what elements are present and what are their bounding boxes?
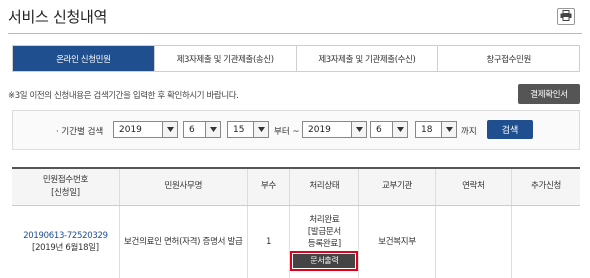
receipt-no-header: 민원접수번호 [신청일] (12, 168, 120, 206)
tab-online-applications[interactable]: 온라인 신청민원 (13, 46, 154, 71)
table-header-row: 민원접수번호 [신청일] 민원사무명 부수 처리상태 교부기관 연락처 추가신청 (12, 168, 580, 206)
payment-confirmation-button[interactable]: 결제확인서 (518, 84, 580, 104)
extra-request-cell (511, 205, 580, 278)
search-notice: ※3일 이전의 신청내용은 검색기간을 입력한 후 확인하시기 바랍니다. (8, 91, 239, 101)
chevron-down-icon (205, 122, 220, 137)
print-document-button[interactable]: 문서출력 (293, 253, 356, 268)
to-suffix-label: 까지 (461, 127, 477, 137)
to-month-value: 6 (376, 124, 382, 135)
from-year-select[interactable]: 2019 (113, 121, 178, 138)
copies-cell: 1 (246, 205, 290, 278)
status-header: 처리상태 (289, 168, 359, 206)
extra-request-header: 추가신청 (511, 168, 580, 206)
status-cell: 처리완료 [발급문서 등록완료] 문서출력 (289, 205, 359, 278)
tab-counter-applications[interactable]: 창구접수민원 (437, 46, 579, 71)
page-title: 서비스 신청내역 (8, 8, 107, 26)
chevron-down-icon (162, 122, 177, 137)
status-text: 처리완료 (309, 214, 340, 225)
title-divider (8, 33, 582, 34)
print-button[interactable] (557, 8, 575, 25)
tab-third-party-sent[interactable]: 제3자제출 및 기관제출(송신) (153, 46, 296, 71)
from-day-select[interactable]: 15 (227, 121, 269, 138)
tab-bar: 온라인 신청민원 제3자제출 및 기관제출(송신) 제3자제출 및 기관제출(수… (12, 45, 580, 72)
agency-cell: 보건복지부 (358, 205, 436, 278)
status-detail-2: 등록완료] (307, 238, 341, 249)
to-year-select[interactable]: 2019 (302, 121, 367, 138)
receipt-no-cell: 20190613-72520329 [2019년 6월18일] (12, 205, 119, 278)
chevron-down-icon (441, 122, 456, 137)
application-date: [2019년 6월18일] (32, 243, 99, 254)
search-button[interactable]: 검색 (487, 120, 533, 139)
status-detail-1: [발급문서 (307, 226, 341, 237)
from-year-value: 2019 (119, 124, 142, 135)
service-name-header: 민원사무명 (118, 168, 248, 206)
chevron-down-icon (392, 122, 407, 137)
receipt-no-link[interactable]: 20190613-72520329 (23, 231, 108, 241)
from-month-value: 6 (189, 124, 195, 135)
application-table: 민원접수번호 [신청일] 민원사무명 부수 처리상태 교부기관 연락처 추가신청 … (12, 167, 580, 278)
to-day-value: 18 (421, 124, 433, 135)
to-year-value: 2019 (308, 124, 331, 135)
printer-icon (560, 9, 572, 24)
chevron-down-icon (253, 122, 268, 137)
from-suffix-label: 부터 ~ (274, 127, 300, 137)
receipt-no-header-label: 민원접수번호 (42, 174, 88, 185)
tab-third-party-received[interactable]: 제3자제출 및 기관제출(수신) (295, 46, 438, 71)
contact-cell (434, 205, 512, 278)
table-row: 20190613-72520329 [2019년 6월18일] 보건의료인 면허… (12, 205, 580, 278)
from-month-select[interactable]: 6 (183, 121, 221, 138)
chevron-down-icon (351, 122, 366, 137)
agency-header: 교부기관 (358, 168, 436, 206)
period-search-label: · 기간별 검색 (56, 127, 104, 137)
doc-print-highlight: 문서출력 (290, 250, 359, 271)
copies-header: 부수 (246, 168, 290, 206)
service-name-cell: 보건의료인 면허(자격) 증명서 발급 (118, 205, 248, 278)
to-month-select[interactable]: 6 (370, 121, 408, 138)
to-day-select[interactable]: 18 (415, 121, 457, 138)
from-day-value: 15 (233, 124, 245, 135)
contact-header: 연락처 (434, 168, 512, 206)
application-date-header-label: [신청일] (51, 187, 80, 198)
